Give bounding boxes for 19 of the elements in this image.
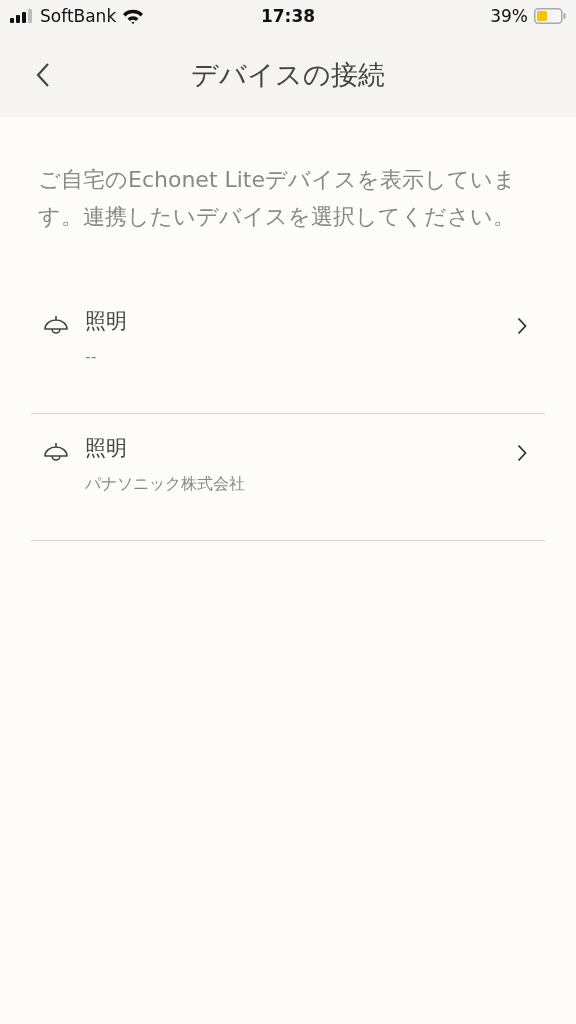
chevron-icon (517, 317, 527, 335)
chevron-icon (517, 444, 527, 462)
back-chevron-icon (36, 61, 50, 88)
device-name: 照明 (85, 308, 128, 335)
battery-icon (534, 8, 566, 24)
status-time: 17:38 (260, 6, 316, 26)
device-name: 照明 (85, 435, 128, 462)
lamp-icon (43, 315, 69, 337)
battery-percent: 39% (490, 6, 528, 26)
carrier-name: SoftBank (40, 6, 117, 26)
device-item[interactable]: 照明 パナソニック株式会社 (31, 414, 545, 541)
description-text: ご自宅のEchonet Liteデバイスを表示しています。連携したいデバイスを選択してください。 (38, 166, 518, 231)
device-maker: パナソニック株式会社 (85, 474, 246, 495)
signal-icon (10, 9, 34, 23)
device-item[interactable]: 照明 -- (31, 287, 545, 414)
device-maker: -- (85, 347, 98, 366)
wifi-icon (122, 8, 145, 24)
lamp-icon (43, 442, 69, 464)
nav-title: デバイスの接続 (191, 57, 385, 92)
